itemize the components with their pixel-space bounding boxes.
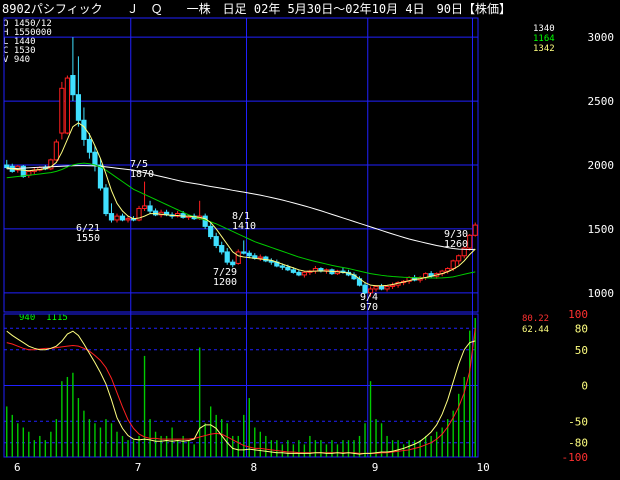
axis-labels: 1000 1500 2000 2500 3000 10080 50 0 -50 -80-100 6 7… bbox=[14, 31, 614, 474]
candle-body bbox=[224, 251, 230, 263]
x-tick-label: 7 bbox=[135, 461, 142, 474]
candle-body bbox=[384, 285, 390, 290]
candle-body bbox=[141, 205, 148, 209]
x-tick-label: 10 bbox=[476, 461, 489, 474]
oscillator-tick-label: -100 bbox=[562, 451, 589, 464]
candle-body bbox=[213, 236, 219, 247]
candle-body bbox=[219, 245, 225, 253]
annotation-price: 1550 bbox=[76, 233, 100, 244]
oscillator-tick-label: -80 bbox=[568, 437, 588, 450]
annotations: 7/518706/2115508/114107/2912009/49709/30… bbox=[76, 159, 468, 313]
candle-body bbox=[285, 266, 291, 271]
annotation-price: 1260 bbox=[444, 239, 468, 250]
x-tick-label: 9 bbox=[372, 461, 379, 474]
candle-body bbox=[114, 215, 120, 221]
price-tick-label: 1000 bbox=[588, 287, 615, 300]
candle-body bbox=[230, 261, 236, 266]
candle-body bbox=[53, 141, 59, 161]
candle-body bbox=[467, 234, 473, 249]
candle-body bbox=[208, 225, 214, 238]
candle-body bbox=[472, 224, 478, 236]
candle-body bbox=[97, 164, 104, 189]
price-tick-label: 2000 bbox=[588, 159, 615, 172]
candle-body bbox=[92, 151, 98, 166]
volume-bars bbox=[6, 318, 476, 457]
candle-body bbox=[75, 94, 82, 121]
candle-body bbox=[108, 213, 115, 221]
candle-body bbox=[246, 252, 252, 257]
candle-body bbox=[119, 215, 126, 221]
annotation-price: 1410 bbox=[232, 221, 256, 232]
annotation-price: 1870 bbox=[130, 169, 154, 180]
oscillator-tick-label: 0 bbox=[581, 380, 588, 393]
stock-chart: 1000 1500 2000 2500 3000 10080 50 0 -50 -80-100 6 7… bbox=[3, 17, 614, 474]
indicator-lines bbox=[6, 122, 476, 455]
candle-body bbox=[373, 285, 379, 290]
oscillator-tick-label: -50 bbox=[568, 415, 588, 428]
candle-body bbox=[70, 75, 76, 96]
candlesticks bbox=[4, 37, 478, 297]
candle-body bbox=[59, 87, 65, 134]
candle-body bbox=[103, 187, 109, 215]
oscillator-tick-label: 100 bbox=[568, 308, 588, 321]
candle-body bbox=[81, 119, 87, 140]
candle-body bbox=[290, 269, 296, 273]
candle-body bbox=[456, 255, 462, 262]
candle-body bbox=[64, 77, 70, 134]
x-tick-label: 6 bbox=[14, 461, 21, 474]
oscillator-line-2 bbox=[6, 328, 476, 454]
oscillator-tick-label: 80 bbox=[575, 322, 588, 335]
price-tick-label: 1500 bbox=[588, 223, 615, 236]
candle-body bbox=[202, 215, 208, 227]
candle-body bbox=[125, 218, 131, 221]
candle-body bbox=[301, 271, 307, 276]
oscillator-tick-label: 50 bbox=[575, 344, 588, 357]
candle-body bbox=[257, 256, 263, 259]
candle-body bbox=[450, 260, 456, 270]
candle-body bbox=[147, 205, 153, 212]
candle-body bbox=[296, 271, 302, 276]
annotation-price: 1200 bbox=[213, 277, 237, 288]
ma-short-line bbox=[6, 122, 476, 287]
candle-body bbox=[378, 285, 385, 290]
candle-body bbox=[4, 164, 10, 169]
price-tick-label: 2500 bbox=[588, 95, 615, 108]
candle-body bbox=[152, 210, 159, 216]
candle-body bbox=[235, 251, 241, 264]
annotation-price: 970 bbox=[360, 302, 378, 313]
candle-body bbox=[241, 251, 247, 254]
candle-body bbox=[86, 138, 93, 153]
candle-body bbox=[389, 284, 396, 287]
x-tick-label: 8 bbox=[251, 461, 258, 474]
price-tick-label: 3000 bbox=[588, 31, 615, 44]
candle-body bbox=[279, 265, 285, 268]
